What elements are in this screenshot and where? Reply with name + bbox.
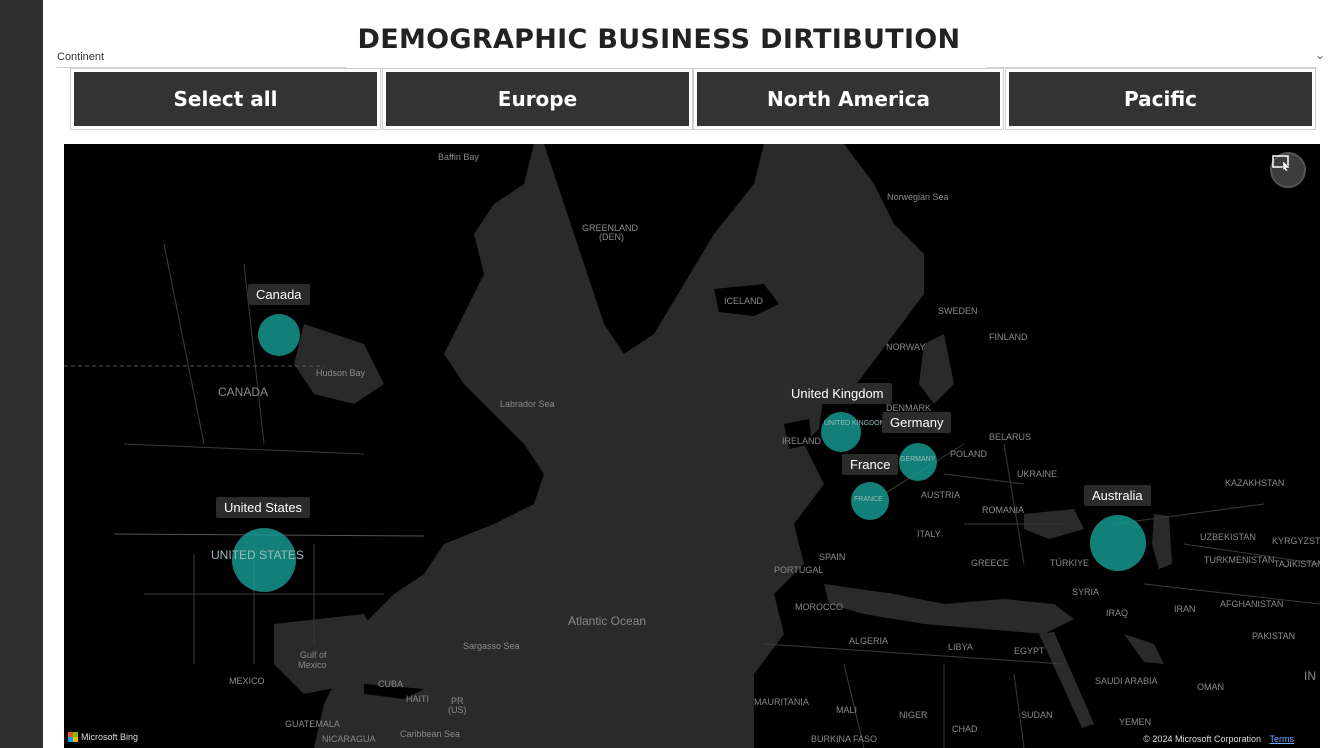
map-label: TÜRKIYE xyxy=(1050,558,1090,568)
map-label: SWEDEN xyxy=(938,306,978,316)
map-label: CHAD xyxy=(952,724,978,734)
map-label: AFGHANISTAN xyxy=(1220,599,1284,609)
slicer-option-north-america[interactable]: North America xyxy=(693,68,1004,130)
map-label: PAKISTAN xyxy=(1252,631,1296,641)
slicer-option-pacific[interactable]: Pacific xyxy=(1005,68,1316,130)
location-tag-canada: Canada xyxy=(248,284,310,305)
map-label: OMAN xyxy=(1197,682,1224,692)
map-label: GERMANY xyxy=(900,456,936,463)
map-label: CANADA xyxy=(218,385,269,399)
location-tag-germany: Germany xyxy=(882,412,952,433)
map-label: Sargasso Sea xyxy=(463,641,520,651)
map-label: Norwegian Sea xyxy=(887,192,949,202)
slicer-option-europe[interactable]: Europe xyxy=(382,68,693,130)
map-label: BURKINA FASO xyxy=(811,734,878,744)
location-tag-france: France xyxy=(842,454,899,475)
map-label: GREECE xyxy=(971,558,1010,568)
bing-attribution: Microsoft Bing xyxy=(68,732,138,742)
map-label: ALGERIA xyxy=(849,636,889,646)
location-tag-australia: Australia xyxy=(1084,485,1151,506)
map-label: ICELAND xyxy=(724,296,764,306)
map-label: KYRGYZSTA xyxy=(1272,536,1320,546)
location-tag-united-kingdom: United Kingdom xyxy=(783,383,892,404)
map-label: GUATEMALA xyxy=(285,719,340,729)
map-label: NORWAY xyxy=(886,342,926,352)
map-label: UKRAINE xyxy=(1017,469,1058,479)
map-label: IRAN xyxy=(1174,604,1196,614)
map-label: BELARUS xyxy=(989,432,1032,442)
copyright-text: © 2024 Microsoft Corporation xyxy=(1143,734,1261,744)
map-label: PORTUGAL xyxy=(774,565,824,575)
map-label: Atlantic Ocean xyxy=(568,614,647,628)
north-america-button[interactable]: North America xyxy=(697,72,1000,126)
page-title: DEMOGRAPHIC BUSINESS DIRTIBUTION xyxy=(357,24,961,55)
map-label: YEMEN xyxy=(1119,717,1152,727)
map-visual[interactable]: Baffin Bay GREENLAND (DEN) Norwegian Sea… xyxy=(64,144,1320,748)
chevron-down-icon[interactable]: ⌄ xyxy=(1315,48,1325,62)
map-label: IN xyxy=(1304,669,1316,683)
map-landmass xyxy=(64,144,1320,748)
map-label: ROMANIA xyxy=(982,505,1025,515)
map-label: CUBA xyxy=(378,679,404,689)
map-label: NICARAGUA xyxy=(322,734,376,744)
map-label: SYRIA xyxy=(1072,587,1100,597)
map-label: MAURITANIA xyxy=(754,697,809,707)
map-label: Caribbean Sea xyxy=(400,729,461,739)
map-label: Baffin Bay xyxy=(438,152,479,162)
map-label: Labrador Sea xyxy=(500,399,555,409)
map-label: UNITED KINGDOM xyxy=(824,420,886,427)
map-label: SAUDI ARABIA xyxy=(1095,676,1158,686)
map-label: (DEN) xyxy=(599,232,624,242)
select-all-button[interactable]: Select all xyxy=(74,72,377,126)
report-canvas: DEMOGRAPHIC BUSINESS DIRTIBUTION Contine… xyxy=(43,0,1336,748)
location-tag-united-states: United States xyxy=(216,497,311,518)
map-label: SUDAN xyxy=(1021,710,1053,720)
map-copyright: © 2024 Microsoft Corporation Terms xyxy=(1143,734,1294,744)
map-label: Hudson Bay xyxy=(316,368,366,378)
map-label: LIBYA xyxy=(948,642,973,652)
map-label: Gulf of xyxy=(300,650,327,660)
bing-label: Microsoft Bing xyxy=(81,732,139,742)
slicer-label: Continent xyxy=(57,51,105,63)
map-label: Mexico xyxy=(298,660,327,670)
map-label: SPAIN xyxy=(819,552,846,562)
focus-mode-icon xyxy=(1272,155,1291,172)
map-label: TAJIKISTAN xyxy=(1274,559,1320,569)
map-label: AUSTRIA xyxy=(921,490,961,500)
map-label: NIGER xyxy=(899,710,928,720)
map-label: UZBEKISTAN xyxy=(1200,532,1256,542)
pacific-button[interactable]: Pacific xyxy=(1009,72,1312,126)
map-label: IRAQ xyxy=(1106,608,1129,618)
slicer-option-select-all[interactable]: Select all xyxy=(70,68,381,130)
map-label: UNITED STATES xyxy=(211,548,304,562)
map-label: MEXICO xyxy=(229,676,265,686)
map-bubble-australia[interactable] xyxy=(1090,515,1146,571)
microsoft-logo-icon xyxy=(68,732,78,742)
left-rail xyxy=(0,0,43,748)
map-bubble-canada[interactable] xyxy=(258,314,300,356)
map-label: MALI xyxy=(836,705,858,715)
map-label: HAITI xyxy=(406,694,430,704)
europe-button[interactable]: Europe xyxy=(386,72,689,126)
map-label: FRANCE xyxy=(854,496,883,503)
map-label: KAZAKHSTAN xyxy=(1225,478,1285,488)
map-label: POLAND xyxy=(950,449,988,459)
map-label: FINLAND xyxy=(989,332,1028,342)
terms-link[interactable]: Terms xyxy=(1270,734,1295,744)
focus-mode-button[interactable] xyxy=(1270,152,1306,188)
map-label: MOROCCO xyxy=(795,602,843,612)
map-label: EGYPT xyxy=(1014,646,1045,656)
map-label: IRELAND xyxy=(782,436,822,446)
map-bubble-united-kingdom[interactable] xyxy=(821,412,861,452)
map-label: (US) xyxy=(448,705,467,715)
map-label: TURKMENISTAN xyxy=(1204,555,1275,565)
map-label: ITALY xyxy=(917,529,941,539)
